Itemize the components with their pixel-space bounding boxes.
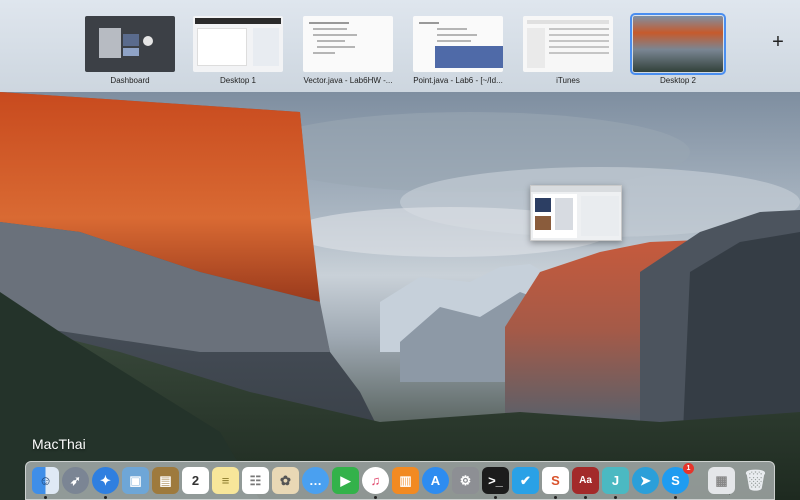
list-row	[549, 28, 609, 30]
system-preferences-icon[interactable]: ⚙	[452, 467, 479, 494]
ibooks-icon[interactable]: ▥	[392, 467, 419, 494]
photo-icon[interactable]: ✿	[272, 467, 299, 494]
running-indicator	[614, 496, 617, 499]
facetime-icon[interactable]: ▶	[332, 467, 359, 494]
space-label: Vector.java - Lab6HW -...	[303, 76, 393, 85]
wallpaper-landscape	[0, 92, 800, 500]
itunes-icon[interactable]: ♫	[362, 467, 389, 499]
space-thumbnail[interactable]	[85, 16, 175, 72]
code-line	[437, 28, 467, 30]
code-line	[313, 34, 357, 36]
code-line	[313, 52, 335, 54]
running-indicator	[674, 496, 677, 499]
notification-badge: 1	[683, 463, 694, 474]
running-indicator	[554, 496, 557, 499]
list-row	[549, 46, 609, 48]
terminal-icon[interactable]: >_	[482, 467, 509, 499]
space-desktop-2[interactable]: Desktop 2	[628, 13, 728, 85]
calendar-day: 2	[191, 473, 200, 488]
trash-icon[interactable]: 🗑	[742, 467, 769, 494]
telegram-icon[interactable]: ➤	[632, 467, 659, 494]
stocks-icon[interactable]: J	[602, 467, 629, 499]
add-space-button[interactable]: +	[768, 32, 788, 52]
window-titlebar	[531, 186, 621, 192]
window-shape	[253, 28, 279, 66]
space-label: Point.java - Lab6 - [~/Id...	[413, 76, 503, 85]
reminders-icon[interactable]: ☷	[242, 467, 269, 494]
clock-widget-icon	[143, 36, 153, 46]
space-label: Dashboard	[110, 76, 150, 85]
space-thumbnail[interactable]	[523, 16, 613, 72]
list-row	[549, 34, 609, 36]
running-indicator	[494, 496, 497, 499]
running-indicator	[584, 496, 587, 499]
widget-shape	[99, 28, 121, 58]
running-indicator	[374, 496, 377, 499]
safari-icon[interactable]: ✦	[92, 467, 119, 499]
space-itunes[interactable]: iTunes	[518, 16, 618, 85]
space-label: Desktop 1	[219, 76, 257, 85]
list-row	[549, 52, 609, 54]
window-shape	[195, 18, 281, 24]
dictionary-icon[interactable]: Aa	[572, 467, 599, 499]
list-row	[549, 40, 609, 42]
space-label: Desktop 2	[659, 76, 697, 85]
space-thumbnail[interactable]	[630, 13, 726, 75]
sidebar-shape	[527, 28, 545, 68]
widget-shape	[123, 48, 139, 56]
code-line	[317, 40, 345, 42]
app-window-thumbnail[interactable]	[530, 185, 622, 241]
code-line	[437, 34, 477, 36]
window-shape	[197, 28, 247, 66]
slides-icon[interactable]: S	[542, 467, 569, 499]
desktop-wallpaper	[0, 92, 800, 500]
finder-icon[interactable]: ☺	[32, 467, 59, 499]
space-dashboard[interactable]: Dashboard	[80, 16, 180, 85]
notes-icon[interactable]: ≡	[212, 467, 239, 494]
running-indicator	[104, 496, 107, 499]
messages-icon[interactable]: …	[302, 467, 329, 494]
dock: ☺ ➶ ✦ ▣ ▤ 2 ≡ ☷ ✿ … ▶ ♫ ▥ A ⚙ >_ ✔ S Aa …	[25, 461, 775, 500]
watermark-text: MacThai	[32, 436, 86, 452]
skype-icon[interactable]: S1	[662, 463, 694, 499]
space-thumbnail[interactable]	[303, 16, 393, 72]
calendar-icon[interactable]: 2	[182, 467, 209, 494]
preview-icon[interactable]: ▣	[122, 467, 149, 494]
space-thumbnail[interactable]	[193, 16, 283, 72]
window-pane	[581, 196, 619, 236]
notefile-icon[interactable]: ▤	[152, 467, 179, 494]
app-store-icon[interactable]: A	[422, 467, 449, 494]
code-line	[313, 28, 347, 30]
space-vector-java[interactable]: Vector.java - Lab6HW -...	[298, 16, 398, 85]
running-indicator	[44, 496, 47, 499]
twitter-icon[interactable]: ✔	[512, 467, 539, 494]
code-line	[437, 40, 471, 42]
console-pane	[435, 46, 503, 68]
space-desktop-1[interactable]: Desktop 1	[188, 16, 288, 85]
downloads-icon[interactable]: ▦	[708, 467, 735, 494]
code-line	[317, 46, 355, 48]
widget-shape	[123, 34, 139, 46]
code-line	[309, 22, 349, 24]
code-line	[419, 22, 439, 24]
content-shape	[555, 198, 573, 230]
mission-control-spaces-bar: Dashboard Desktop 1 Vector.java - Lab6HW…	[0, 0, 800, 92]
toolbar-shape	[527, 20, 609, 24]
launchpad-icon[interactable]: ➶	[62, 467, 89, 494]
space-label: iTunes	[556, 76, 580, 85]
image-shape	[535, 198, 551, 212]
space-point-java[interactable]: Point.java - Lab6 - [~/Id...	[408, 16, 508, 85]
image-shape	[535, 216, 551, 230]
space-thumbnail[interactable]	[413, 16, 503, 72]
